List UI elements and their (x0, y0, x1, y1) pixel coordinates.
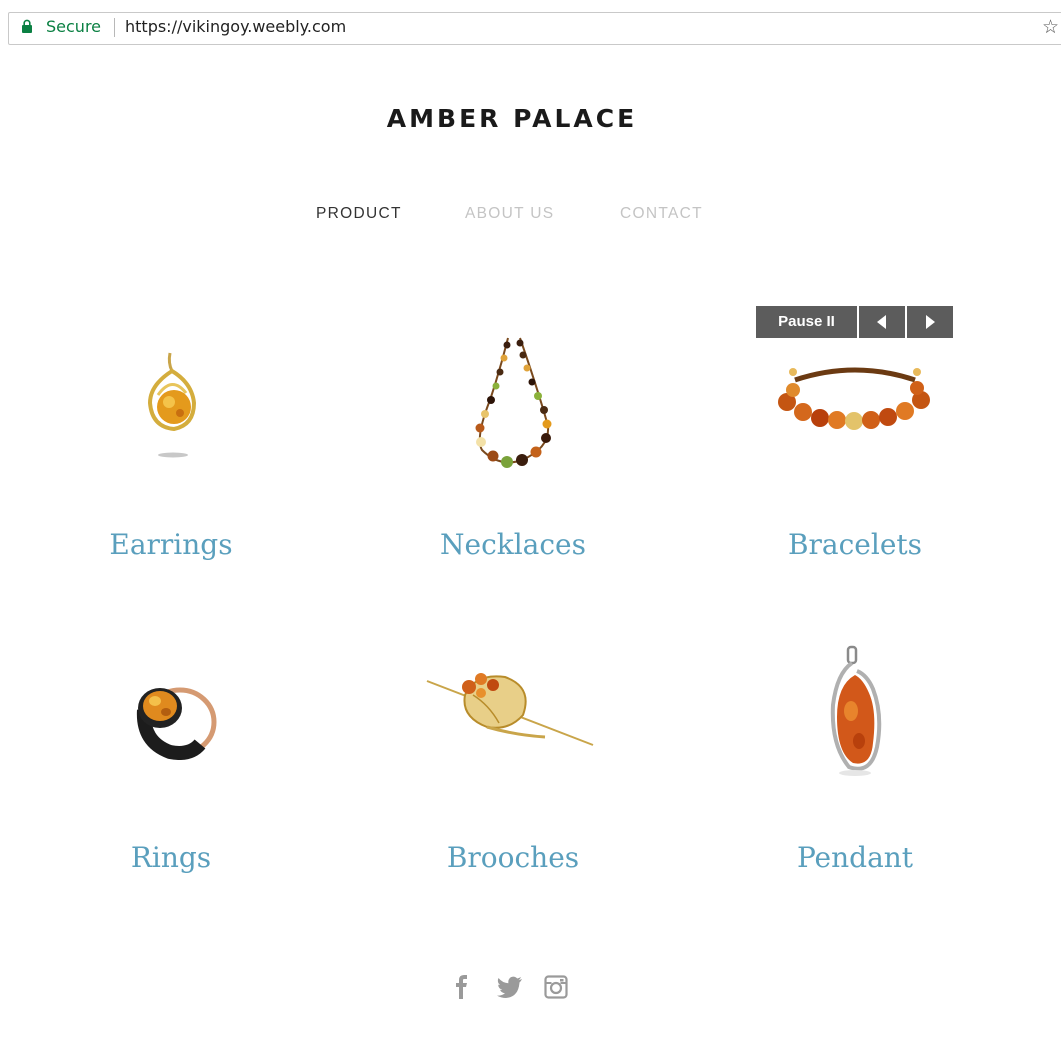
nav-contact[interactable]: CONTACT (620, 204, 703, 224)
social-facebook[interactable] (455, 975, 469, 1001)
pause-button[interactable]: Pause II (756, 306, 857, 338)
main-nav: PRODUCT ABOUT US CONTACT (0, 204, 1061, 224)
previous-slide-button[interactable] (859, 306, 905, 338)
facebook-icon (456, 975, 467, 999)
secure-label: Secure (46, 17, 102, 36)
instagram-icon (544, 975, 568, 999)
ring-image[interactable] (130, 670, 220, 760)
social-twitter[interactable] (497, 975, 523, 1001)
product-label-necklaces[interactable]: Necklaces (343, 527, 683, 563)
social-instagram[interactable] (544, 975, 568, 1001)
earring-image[interactable] (128, 345, 218, 465)
next-slide-button[interactable] (907, 306, 953, 338)
product-label-earrings[interactable]: Earrings (1, 527, 341, 563)
bookmark-star-icon[interactable]: ☆ (1042, 16, 1061, 38)
browser-toolbar: Secure https://vikingoy.weebly.com ☆ (0, 0, 1061, 56)
chevron-left-icon (877, 315, 886, 329)
lock-icon (22, 19, 32, 33)
nav-about-us[interactable]: ABOUT US (465, 204, 554, 224)
chevron-right-icon (926, 315, 935, 329)
bracelet-image[interactable] (775, 362, 935, 437)
necklace-image[interactable] (460, 330, 570, 475)
brooch-image[interactable] (425, 665, 595, 755)
url-text[interactable]: https://vikingoy.weebly.com (125, 16, 346, 38)
slideshow-controls: Pause II (756, 306, 953, 338)
site-title[interactable]: AMBER PALACE (0, 104, 1024, 133)
twitter-icon (497, 976, 522, 998)
nav-product[interactable]: PRODUCT (316, 204, 402, 224)
product-label-rings[interactable]: Rings (1, 840, 341, 876)
product-label-pendant[interactable]: Pendant (685, 840, 1025, 876)
address-divider (114, 18, 115, 37)
product-label-bracelets[interactable]: Bracelets (685, 527, 1025, 563)
product-label-brooches[interactable]: Brooches (343, 840, 683, 876)
pendant-image[interactable] (815, 645, 890, 780)
